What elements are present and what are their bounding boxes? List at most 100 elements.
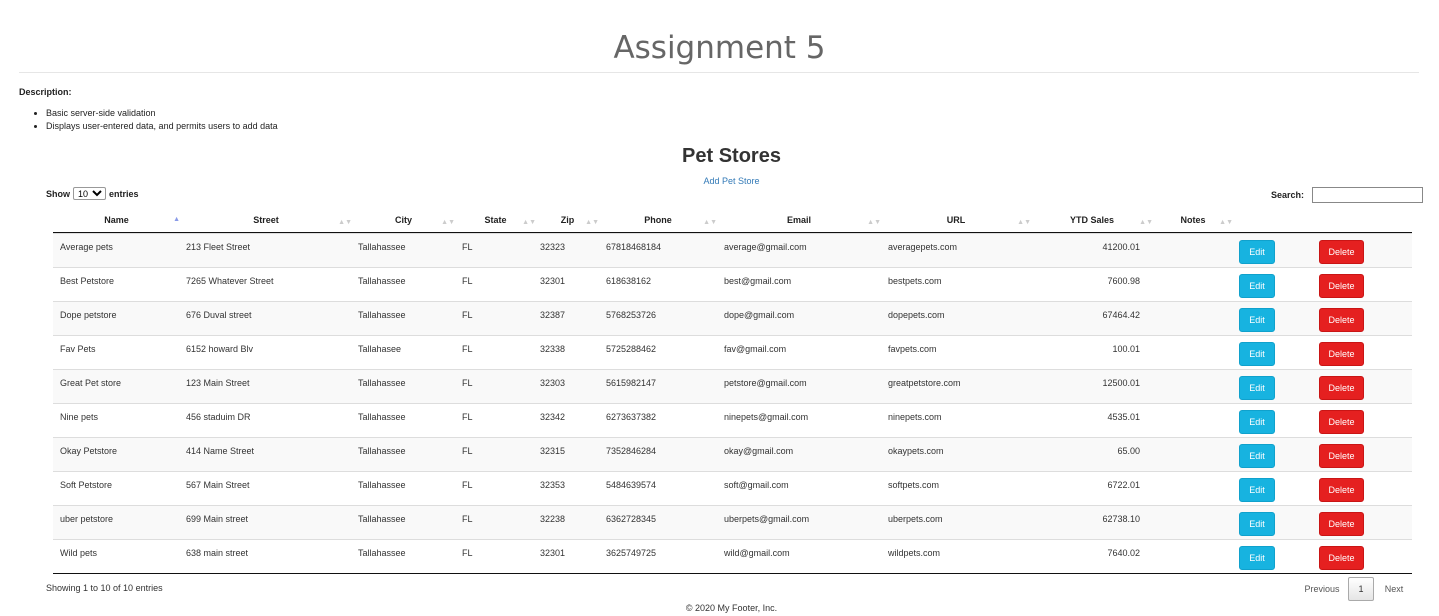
cell-url: uberpets.com	[888, 514, 943, 524]
edit-button[interactable]: Edit	[1239, 512, 1275, 536]
cell-ytd: 100.01	[1112, 344, 1140, 354]
edit-button[interactable]: Edit	[1239, 342, 1275, 366]
column-header-label: Phone	[644, 215, 672, 225]
delete-button[interactable]: Delete	[1319, 512, 1364, 536]
column-header-street[interactable]: Street ▲▼	[180, 211, 352, 231]
cell-phone: 6362728345	[606, 514, 657, 524]
cell-ytd: 41200.01	[1102, 242, 1140, 252]
add-pet-store-link[interactable]: Add Pet Store	[0, 176, 1439, 186]
cell-street: 123 Main Street	[186, 378, 250, 388]
cell-email: dope@gmail.com	[724, 310, 795, 320]
column-header-notes[interactable]: Notes ▲▼	[1153, 211, 1233, 231]
column-header-email[interactable]: Email ▲▼	[717, 211, 881, 231]
sort-both-icon: ▲▼	[522, 219, 536, 226]
pagination: Previous 1 Next	[1296, 577, 1414, 601]
cell-street: 456 staduim DR	[186, 412, 251, 422]
previous-page-button[interactable]: Previous	[1296, 584, 1348, 594]
edit-button[interactable]: Edit	[1239, 274, 1275, 298]
cell-ytd: 65.00	[1117, 446, 1140, 456]
delete-button[interactable]: Delete	[1319, 546, 1364, 570]
cell-zip: 32238	[540, 514, 566, 524]
cell-phone: 67818468184	[606, 242, 662, 252]
cell-name: Fav Pets	[60, 344, 96, 354]
cell-url: averagepets.com	[888, 242, 958, 252]
column-header-ytd-sales[interactable]: YTD Sales ▲▼	[1031, 211, 1153, 231]
cell-city: Tallahasee	[358, 344, 402, 354]
edit-button[interactable]: Edit	[1239, 376, 1275, 400]
delete-button[interactable]: Delete	[1319, 274, 1364, 298]
edit-button[interactable]: Edit	[1239, 444, 1275, 468]
cell-email: average@gmail.com	[724, 242, 807, 252]
cell-zip: 32323	[540, 242, 566, 252]
edit-button[interactable]: Edit	[1239, 410, 1275, 434]
sort-both-icon: ▲▼	[441, 219, 455, 226]
sort-both-icon: ▲▼	[338, 219, 352, 226]
cell-zip: 32387	[540, 310, 566, 320]
table-row: Wild pets 638 main street Tallahassee FL 323…	[53, 539, 1412, 574]
sort-both-icon: ▲▼	[867, 219, 881, 226]
cell-ytd: 67464.42	[1102, 310, 1140, 320]
cell-name: Average pets	[60, 242, 113, 252]
cell-email: soft@gmail.com	[724, 480, 789, 490]
cell-state: FL	[462, 514, 473, 524]
delete-button[interactable]: Delete	[1319, 478, 1364, 502]
cell-phone: 5615982147	[606, 378, 657, 388]
edit-button[interactable]: Edit	[1239, 546, 1275, 570]
cell-url: favpets.com	[888, 344, 937, 354]
cell-name: Dope petstore	[60, 310, 117, 320]
column-header-city[interactable]: City ▲▼	[352, 211, 455, 231]
edit-button[interactable]: Edit	[1239, 308, 1275, 332]
cell-state: FL	[462, 412, 473, 422]
cell-email: uberpets@gmail.com	[724, 514, 810, 524]
cell-email: wild@gmail.com	[724, 548, 790, 558]
delete-button[interactable]: Delete	[1319, 376, 1364, 400]
cell-email: okay@gmail.com	[724, 446, 794, 456]
cell-url: softpets.com	[888, 480, 940, 490]
cell-zip: 32315	[540, 446, 566, 456]
delete-button[interactable]: Delete	[1319, 342, 1364, 366]
column-header-phone[interactable]: Phone ▲▼	[599, 211, 717, 231]
cell-city: Tallahassee	[358, 310, 406, 320]
cell-state: FL	[462, 446, 473, 456]
column-header-zip[interactable]: Zip ▲▼	[536, 211, 599, 231]
page-length-select[interactable]: 10	[73, 187, 106, 200]
delete-button[interactable]: Delete	[1319, 410, 1364, 434]
cell-street: 638 main street	[186, 548, 249, 558]
cell-name: Best Petstore	[60, 276, 115, 286]
column-header-state[interactable]: State ▲▼	[455, 211, 536, 231]
edit-button[interactable]: Edit	[1239, 478, 1275, 502]
delete-button[interactable]: Delete	[1319, 240, 1364, 264]
cell-zip: 32301	[540, 276, 566, 286]
column-header-name[interactable]: Name ▲	[53, 211, 180, 231]
cell-ytd: 7600.98	[1107, 276, 1140, 286]
edit-button[interactable]: Edit	[1239, 240, 1275, 264]
cell-url: dopepets.com	[888, 310, 945, 320]
cell-city: Tallahassee	[358, 242, 406, 252]
delete-button[interactable]: Delete	[1319, 308, 1364, 332]
table-row: Nine pets 456 staduim DR Tallahassee FL 3234…	[53, 403, 1412, 438]
cell-phone: 6273637382	[606, 412, 657, 422]
cell-email: best@gmail.com	[724, 276, 792, 286]
search-input[interactable]	[1312, 187, 1424, 203]
cell-name: Soft Petstore	[60, 480, 113, 490]
cell-city: Tallahassee	[358, 480, 406, 490]
cell-zip: 32303	[540, 378, 566, 388]
show-label: Show	[46, 188, 70, 199]
cell-street: 213 Fleet Street	[186, 242, 251, 252]
cell-ytd: 7640.02	[1107, 548, 1140, 558]
cell-email: fav@gmail.com	[724, 344, 787, 354]
next-page-button[interactable]: Next	[1374, 584, 1414, 594]
table-row: Dope petstore 676 Duval street Tallahassee…	[53, 301, 1412, 336]
cell-url: bestpets.com	[888, 276, 942, 286]
cell-phone: 3625749725	[606, 548, 657, 558]
page-1-button[interactable]: 1	[1348, 577, 1374, 601]
description-item: Basic server-side validation	[33, 107, 278, 120]
delete-button[interactable]: Delete	[1319, 444, 1364, 468]
cell-city: Tallahassee	[358, 548, 406, 558]
column-header-label: YTD Sales	[1069, 215, 1115, 225]
cell-street: 414 Name Street	[186, 446, 255, 456]
title-divider	[19, 72, 1419, 73]
column-header-url[interactable]: URL ▲▼	[881, 211, 1031, 231]
page-title: Assignment 5	[613, 30, 826, 66]
column-header-label: State	[484, 215, 507, 225]
